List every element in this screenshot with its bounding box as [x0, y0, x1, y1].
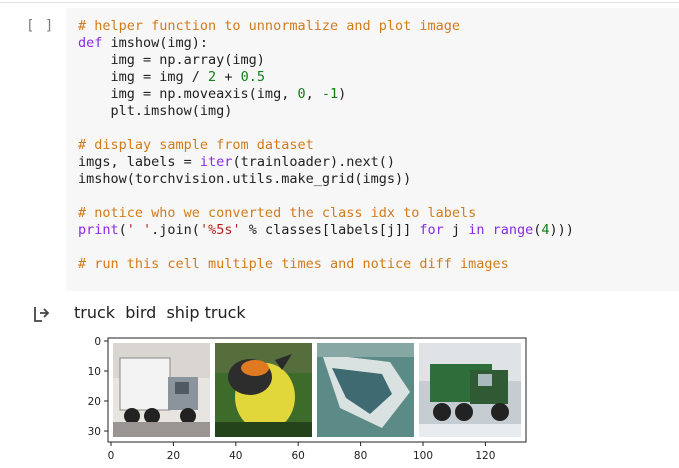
- code-token: range: [492, 222, 534, 238]
- code-line: img = np.array(img): [78, 52, 265, 68]
- code-token: ))): [549, 222, 574, 238]
- image-bird: [215, 343, 312, 437]
- x-tick-label: 40: [229, 450, 242, 462]
- code-token: plt.imshow(img): [78, 103, 233, 119]
- x-tick-label: 100: [413, 450, 433, 462]
- top-divider: [0, 2, 679, 3]
- code-token: ): [338, 86, 347, 102]
- code-token: -1: [321, 86, 339, 102]
- code-token: 0.5: [240, 69, 265, 85]
- x-tick-label: 60: [292, 450, 305, 462]
- code-token: imgs, labels =: [78, 154, 200, 170]
- code-token: '%5s': [199, 222, 241, 238]
- code-line: imshow(torchvision.utils.make_grid(imgs)…: [78, 171, 411, 187]
- code-token: # helper function to unnormalize and plo…: [78, 18, 461, 34]
- code-editor[interactable]: # helper function to unnormalize and plo…: [78, 18, 574, 273]
- y-tick-label: 20: [88, 396, 101, 408]
- code-token: # notice who we converted the class idx …: [78, 205, 477, 221]
- code-line: # display sample from dataset: [78, 137, 314, 153]
- code-token: ,: [305, 86, 322, 102]
- x-axis: 0 20 40 60 80 100 120: [108, 442, 495, 462]
- code-token: iter: [199, 154, 233, 170]
- code-token: in: [468, 222, 485, 238]
- code-token: for: [419, 222, 444, 238]
- image-grid-plot: 0 10 20 30 0 20 40 60 80 100 120: [88, 336, 527, 462]
- code-token: imshow(img):: [110, 35, 209, 51]
- code-token: (: [118, 222, 127, 238]
- x-tick-label: 80: [354, 450, 367, 462]
- code-line: imgs, labels = iter(trainloader).next(): [78, 154, 395, 170]
- code-token: .join(: [151, 222, 200, 238]
- code-token: def: [78, 35, 111, 51]
- code-token: % classes[labels[j]]: [240, 222, 420, 238]
- y-tick-label: 0: [94, 336, 101, 348]
- code-token: # display sample from dataset: [78, 137, 314, 153]
- code-token: print: [78, 222, 119, 238]
- code-token: imshow(torchvision.utils.make_grid(imgs)…: [78, 171, 412, 187]
- code-token: 4: [541, 222, 550, 238]
- image-truck-1: [113, 343, 210, 437]
- code-token: +: [216, 69, 241, 85]
- code-token: img = np.array(img): [78, 52, 265, 68]
- code-token: (trainloader).next(): [232, 154, 395, 170]
- output-arrow-icon: [34, 307, 50, 322]
- code-line: # notice who we converted the class idx …: [78, 205, 476, 221]
- x-tick-label: 20: [167, 450, 180, 462]
- image-ship: [317, 343, 414, 437]
- code-token: img = np.moveaxis(img,: [78, 86, 298, 102]
- code-line: # run this cell multiple times and notic…: [78, 256, 509, 272]
- x-tick-label: 0: [108, 450, 115, 462]
- code-token: ' ': [126, 222, 152, 238]
- code-token: # run this cell multiple times and notic…: [78, 256, 509, 272]
- x-tick-label: 120: [475, 450, 495, 462]
- code-line: img = np.moveaxis(img, 0, -1): [78, 86, 347, 102]
- output-text: truck bird ship truck: [74, 303, 246, 322]
- code-token: 2: [208, 69, 217, 85]
- image-truck-2: [419, 343, 521, 437]
- y-tick-label: 30: [88, 426, 101, 438]
- code-line: img = img / 2 + 0.5: [78, 69, 265, 85]
- code-line: plt.imshow(img): [78, 103, 233, 119]
- code-token: 0: [297, 86, 306, 102]
- y-tick-label: 10: [88, 366, 101, 378]
- cell-run-indicator[interactable]: [ ]: [26, 18, 54, 34]
- code-token: img = img /: [78, 69, 209, 85]
- code-line: # helper function to unnormalize and plo…: [78, 18, 460, 34]
- code-token: j: [443, 222, 469, 238]
- y-axis: 0 10 20 30: [88, 336, 108, 438]
- code-line: print(' '.join('%5s' % classes[labels[j]…: [78, 222, 574, 238]
- code-line: def imshow(img):: [78, 35, 208, 51]
